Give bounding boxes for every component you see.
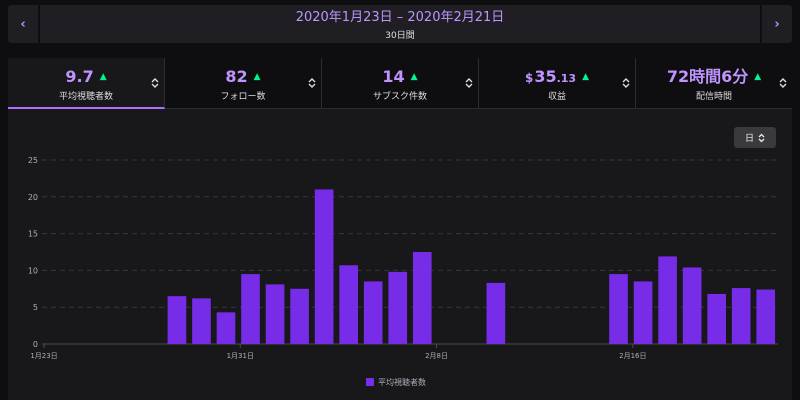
stat-tab-subscriptions[interactable]: 14 ▲ サブスク件数 <box>322 58 479 109</box>
sort-icon <box>465 78 473 88</box>
avg-viewers-chart: 0 5 10 15 20 25 1月23日 1月31日 2月8日 2月16日平均視聴者数 <box>28 156 778 387</box>
sort-icon <box>758 133 765 142</box>
bar <box>314 189 334 344</box>
y-tick-label: 5 <box>33 303 38 312</box>
bar <box>167 296 187 344</box>
sort-icon <box>622 78 630 88</box>
bar <box>633 281 653 344</box>
y-tick-label: 0 <box>33 340 38 349</box>
x-tick-label: 1月31日 <box>227 352 254 360</box>
y-tick-label: 15 <box>28 230 38 239</box>
stat-value: 14 <box>382 67 405 86</box>
y-tick-label: 20 <box>28 193 38 202</box>
stat-value: 35 <box>534 67 557 86</box>
bar <box>707 293 726 344</box>
trend-up-icon: ▲ <box>582 72 590 82</box>
stat-value: 9.7 <box>65 67 94 86</box>
stat-label: サブスク件数 <box>372 92 427 102</box>
bar <box>363 281 383 344</box>
stat-tabs: 9.7 ▲ 平均視聴者数 82 ▲ フォロー数 14 ▲ サブスク件数 $ 35… <box>8 58 792 109</box>
trend-up-icon: ▲ <box>754 72 762 82</box>
bar <box>388 271 408 344</box>
sort-icon <box>779 78 787 88</box>
stat-value: 72時間6分 <box>666 67 749 86</box>
bar <box>241 274 260 344</box>
analytics-panel: 9.7 ▲ 平均視聴者数 82 ▲ フォロー数 14 ▲ サブスク件数 $ 35… <box>8 58 792 400</box>
sort-icon <box>151 78 159 88</box>
date-range-text: 2020年1月23日 – 2020年2月21日 <box>295 10 505 25</box>
bar <box>682 267 702 344</box>
stat-tab-stream-time[interactable]: 72時間6分 ▲ 配信時間 <box>636 58 792 109</box>
bar <box>756 289 776 344</box>
y-tick-label: 10 <box>28 266 38 275</box>
granularity-select[interactable]: 日 <box>734 127 776 148</box>
x-tick-label: 2月8日 <box>425 352 448 360</box>
bar <box>265 284 285 344</box>
stat-tab-avg-viewers[interactable]: 9.7 ▲ 平均視聴者数 <box>8 58 165 109</box>
stat-label: 平均視聴者数 <box>58 92 113 102</box>
legend-label: 平均視聴者数 <box>378 377 426 387</box>
bar <box>412 252 432 344</box>
stat-tab-revenue[interactable]: $ 35 .13 ▲ 収益 <box>479 58 636 109</box>
y-tick-label: 25 <box>28 156 38 165</box>
stat-value-cents: .13 <box>556 72 577 85</box>
bar <box>731 288 751 344</box>
date-range-days: 30日間 <box>385 31 415 41</box>
stat-tab-follows[interactable]: 82 ▲ フォロー数 <box>165 58 322 109</box>
bar <box>216 312 236 344</box>
trend-up-icon: ▲ <box>99 72 107 82</box>
x-tick-label: 2月16日 <box>619 352 646 360</box>
bar <box>339 265 358 344</box>
date-range-display[interactable]: 2020年1月23日 – 2020年2月21日 30日間 <box>40 5 760 43</box>
currency-symbol: $ <box>524 71 534 85</box>
next-period-button[interactable]: › <box>762 5 792 43</box>
x-tick-label: 1月23日 <box>30 352 57 360</box>
granularity-value: 日 <box>744 134 754 144</box>
chevron-right-icon: › <box>774 16 780 32</box>
stat-value: 82 <box>225 67 248 86</box>
bar <box>609 274 628 344</box>
stat-label: 配信時間 <box>695 92 732 102</box>
stat-label: 収益 <box>547 92 566 102</box>
previous-period-button[interactable]: ‹ <box>8 5 38 43</box>
bar <box>290 288 309 344</box>
bar <box>658 256 677 344</box>
date-range-bar: ‹ 2020年1月23日 – 2020年2月21日 30日間 › <box>8 5 792 43</box>
stat-label: フォロー数 <box>220 92 266 102</box>
trend-up-icon: ▲ <box>410 72 418 82</box>
chevron-left-icon: ‹ <box>20 16 26 32</box>
trend-up-icon: ▲ <box>253 72 261 82</box>
legend-swatch <box>366 378 374 386</box>
sort-icon <box>308 78 316 88</box>
bar <box>192 298 211 344</box>
bar <box>486 282 506 344</box>
